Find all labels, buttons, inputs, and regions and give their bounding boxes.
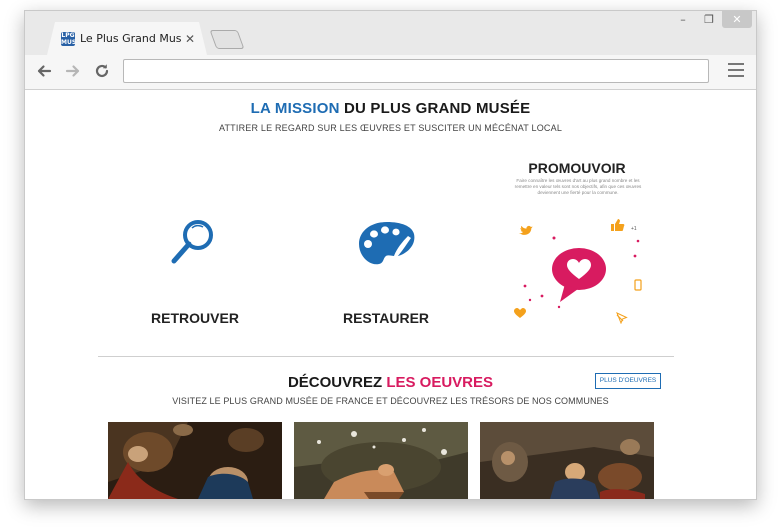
cursor-icon [616,312,628,325]
artwork-thumbnail[interactable] [480,422,654,499]
address-bar[interactable] [123,59,709,83]
discover-subtitle: VISITEZ LE PLUS GRAND MUSÉE DE FRANCE ET… [172,396,609,406]
back-arrow-icon[interactable] [33,60,55,82]
heart-speech-bubble-icon [552,248,606,302]
magnifier-icon [168,218,218,268]
phone-icon [634,279,642,291]
reload-icon[interactable] [91,60,113,82]
tab-close-icon[interactable]: ✕ [185,32,195,46]
tab-title: Le Plus Grand Musée de F [80,32,176,45]
forward-arrow-icon[interactable] [62,60,84,82]
promouvoir-description: Faire connaître les œuvres d'art au plus… [514,178,642,195]
feature-retrouver-label: RETROUVER [151,310,239,326]
feature-promouvoir-label: PROMOUVOIR [528,160,626,176]
minimize-icon[interactable]: – [670,11,696,28]
discover-heading-start: DÉCOUVREZ [287,374,387,391]
hamburger-menu-icon[interactable] [728,63,744,79]
more-artworks-button[interactable]: PLUS D'OEUVRES [595,373,661,389]
thumbs-up-icon [611,219,625,231]
web-page: LA MISSION DU PLUS GRAND MUSÉE ATTIRER L… [25,90,756,499]
artwork-thumbnail[interactable] [108,422,282,499]
mission-heading-highlight: LA MISSION [250,100,340,117]
like-count: +1 [631,226,637,232]
palette-icon [356,216,418,272]
social-illustration: +1 [507,214,657,325]
browser-toolbar [25,55,756,90]
window-controls: – ❐ ✕ [670,11,752,29]
feature-restaurer-label: RESTAURER [342,310,430,326]
site-favicon-icon: LPG MUS [61,31,75,46]
mission-heading-rest: DU PLUS GRAND MUSÉE [339,100,531,117]
heart-icon [514,308,526,318]
mission-heading: LA MISSION DU PLUS GRAND MUSÉE [25,100,756,117]
browser-tab[interactable]: LPG MUS Le Plus Grand Musée de F ✕ [47,22,207,55]
restore-icon[interactable]: ❐ [696,11,722,28]
artwork-thumbnail[interactable] [294,422,468,499]
new-tab-button[interactable] [209,30,245,49]
discover-heading-highlight: LES OEUVRES [386,374,494,391]
browser-window: LPG MUS Le Plus Grand Musée de F ✕ – ❐ ✕… [24,10,757,500]
window-close-icon[interactable]: ✕ [722,11,752,28]
section-divider [98,356,674,357]
tab-strip: LPG MUS Le Plus Grand Musée de F ✕ – ❐ ✕ [25,11,756,55]
twitter-icon [518,225,533,235]
mission-subtitle: ATTIRER LE REGARD SUR LES ŒUVRES ET SUSC… [218,123,563,133]
